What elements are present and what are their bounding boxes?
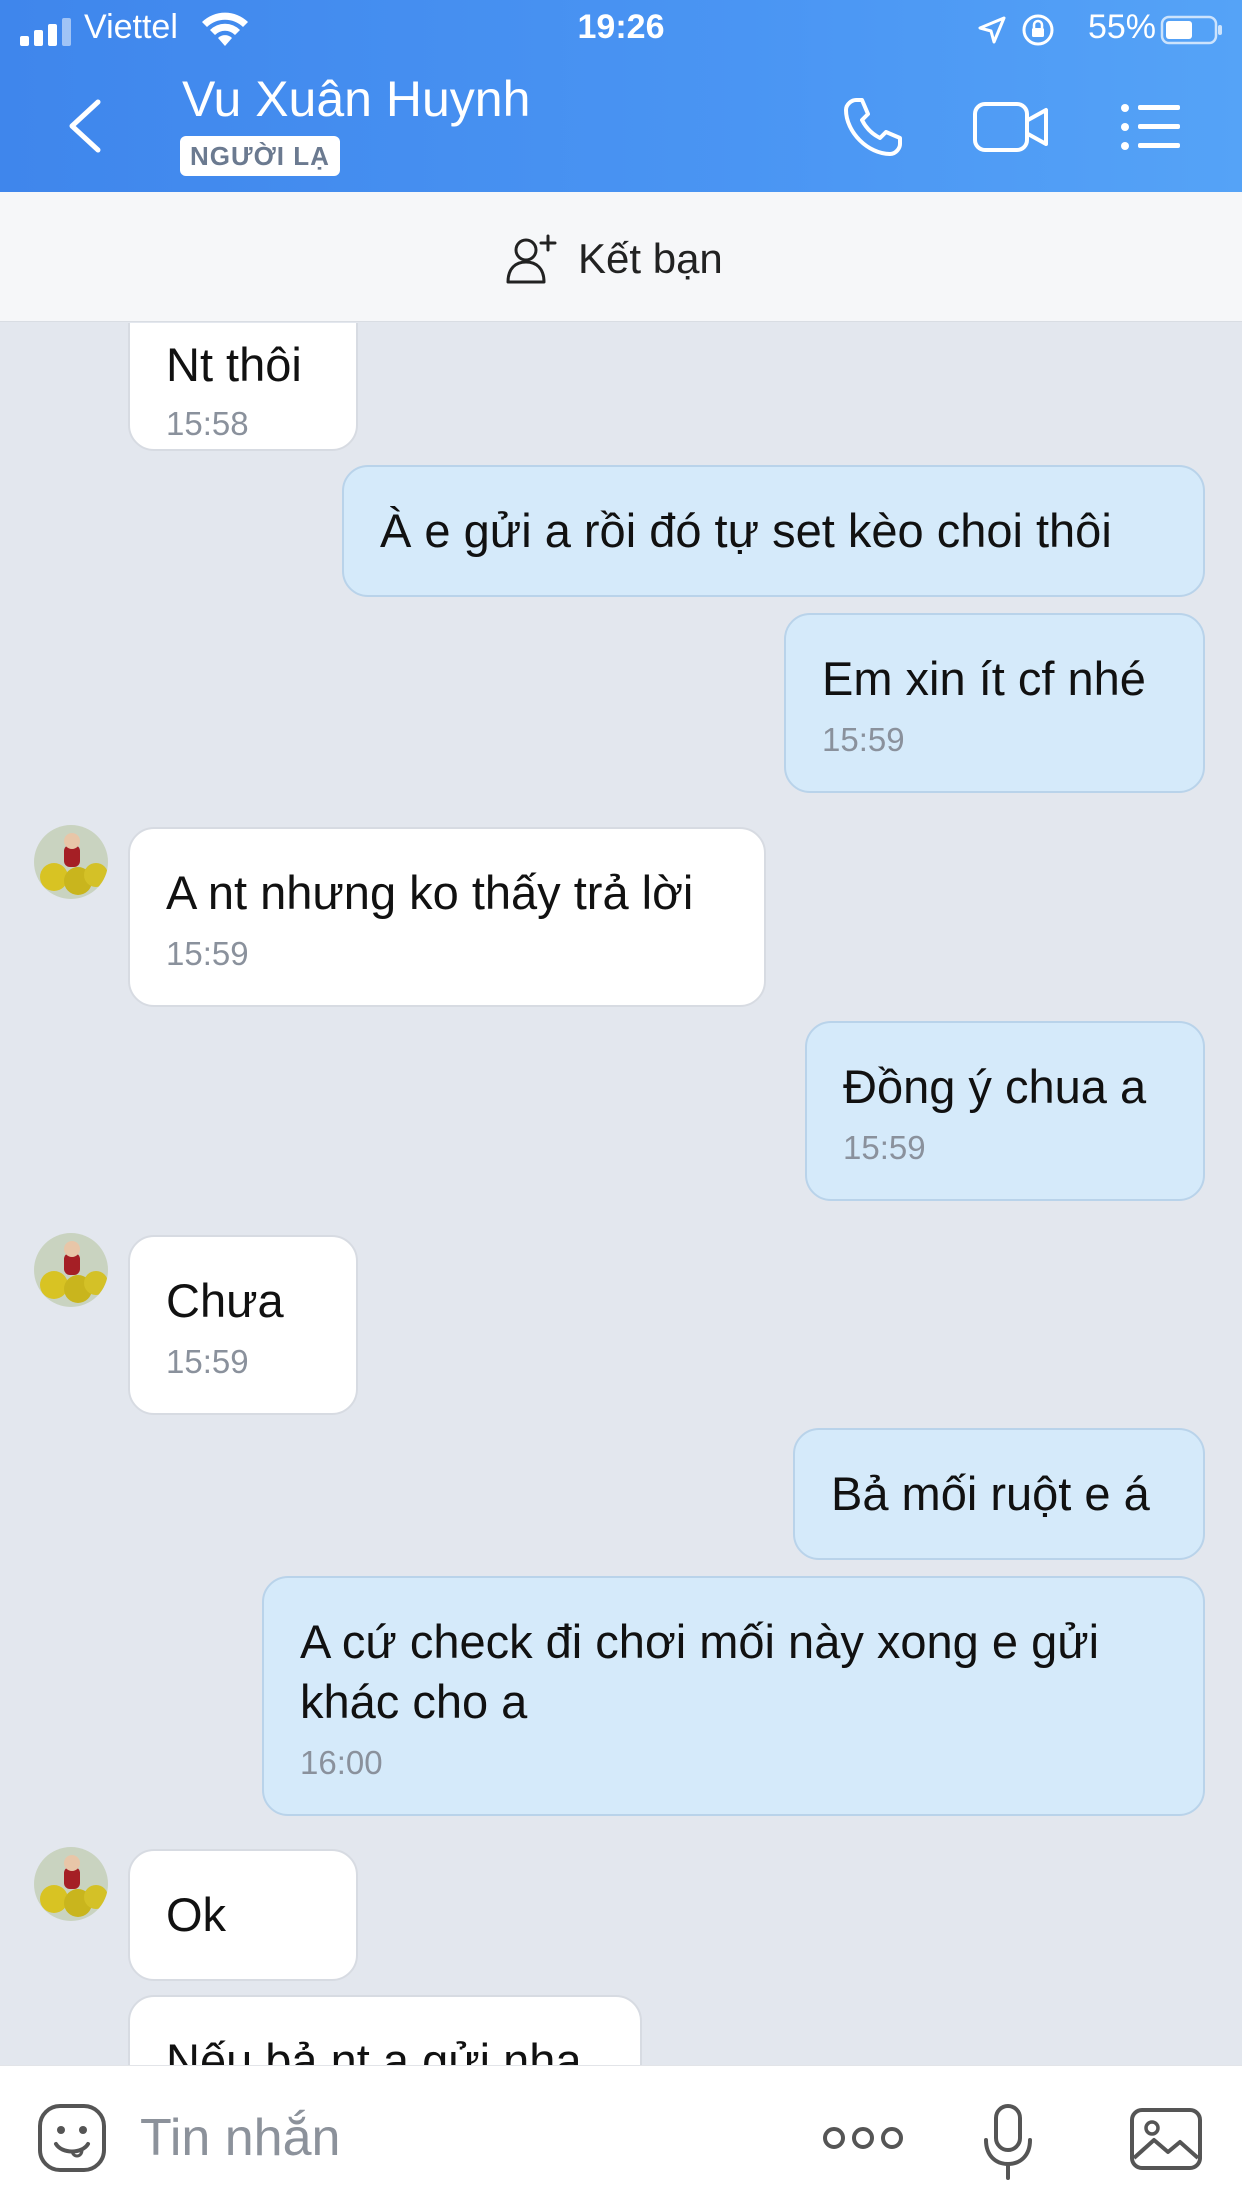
status-bar: Viettel 19:26 55% (0, 0, 1242, 62)
stranger-badge: NGƯỜI LẠ (180, 136, 340, 176)
message-bubble-incoming[interactable]: Chưa 15:59 (128, 1235, 358, 1415)
message-bubble-outgoing[interactable]: Bả mối ruột e á (793, 1428, 1205, 1560)
message-text: Chưa (166, 1274, 284, 1327)
add-friend-bar: Kết bạn (0, 192, 1242, 322)
composer-bar (0, 2065, 1242, 2208)
location-arrow-icon (978, 16, 1006, 44)
message-text: Ok (166, 1888, 227, 1941)
image-gallery-icon[interactable] (1128, 2106, 1204, 2172)
microphone-icon[interactable] (980, 2102, 1036, 2182)
message-bubble-incoming[interactable]: Nt thôi 15:58 (128, 323, 358, 451)
message-time: 15:59 (166, 935, 249, 972)
add-friend-button[interactable]: Kết bạn (504, 232, 723, 286)
video-call-icon[interactable] (972, 98, 1050, 156)
message-text: À e gửi a rồi đó tự set kèo choi thôi (380, 504, 1112, 557)
message-bubble-incoming[interactable]: A nt nhưng ko thấy trả lời 15:59 (128, 827, 766, 1007)
message-text: Nt thôi (166, 338, 302, 391)
message-time: 15:58 (166, 405, 249, 442)
message-bubble-outgoing[interactable]: A cứ check đi chơi mối này xong e gửi kh… (262, 1576, 1205, 1816)
menu-list-icon[interactable] (1120, 102, 1182, 152)
message-bubble-outgoing[interactable]: À e gửi a rồi đó tự set kèo choi thôi (342, 465, 1205, 597)
add-friend-label: Kết bạn (578, 235, 723, 282)
battery-percentage: 55% (1087, 8, 1156, 46)
message-input[interactable] (140, 2096, 760, 2180)
orientation-lock-icon (1022, 14, 1054, 46)
phone-call-icon[interactable] (842, 96, 904, 158)
message-bubble-incoming[interactable]: Ok (128, 1849, 358, 1981)
battery-icon (1160, 15, 1222, 45)
message-text: Em xin ít cf nhé (822, 652, 1146, 705)
sticker-emoji-icon[interactable] (36, 2102, 108, 2174)
message-text-line-2: khác cho a (300, 1675, 528, 1728)
message-time: 16:00 (300, 1744, 383, 1781)
back-arrow-icon[interactable] (64, 98, 104, 154)
message-bubble-outgoing[interactable]: Đồng ý chua a 15:59 (805, 1021, 1205, 1201)
chat-header: Viettel 19:26 55% Vu Xuân Huynh NGƯỜI LẠ (0, 0, 1242, 192)
message-time: 15:59 (166, 1343, 249, 1380)
contact-avatar[interactable] (34, 825, 108, 899)
message-time: 15:59 (843, 1129, 926, 1166)
contact-avatar[interactable] (34, 1847, 108, 1921)
message-bubble-incoming[interactable]: Nếu bả nt a gửi nha (128, 1995, 642, 2065)
contact-name[interactable]: Vu Xuân Huynh (182, 70, 530, 128)
message-text: A nt nhưng ko thấy trả lời (166, 866, 694, 919)
message-text: A cứ check đi chơi mối này xong e gửi (300, 1615, 1100, 1668)
more-options-icon[interactable] (822, 2118, 904, 2158)
message-bubble-outgoing[interactable]: Em xin ít cf nhé 15:59 (784, 613, 1205, 793)
message-text: Nếu bả nt a gửi nha (166, 2034, 582, 2065)
message-text: Bả mối ruột e á (831, 1467, 1150, 1520)
message-time: 15:59 (822, 721, 905, 758)
message-list[interactable]: Nt thôi 15:58 À e gửi a rồi đó tự set kè… (0, 323, 1242, 2065)
add-friend-icon (506, 234, 557, 284)
message-text: Đồng ý chua a (843, 1060, 1147, 1113)
contact-avatar[interactable] (34, 1233, 108, 1307)
